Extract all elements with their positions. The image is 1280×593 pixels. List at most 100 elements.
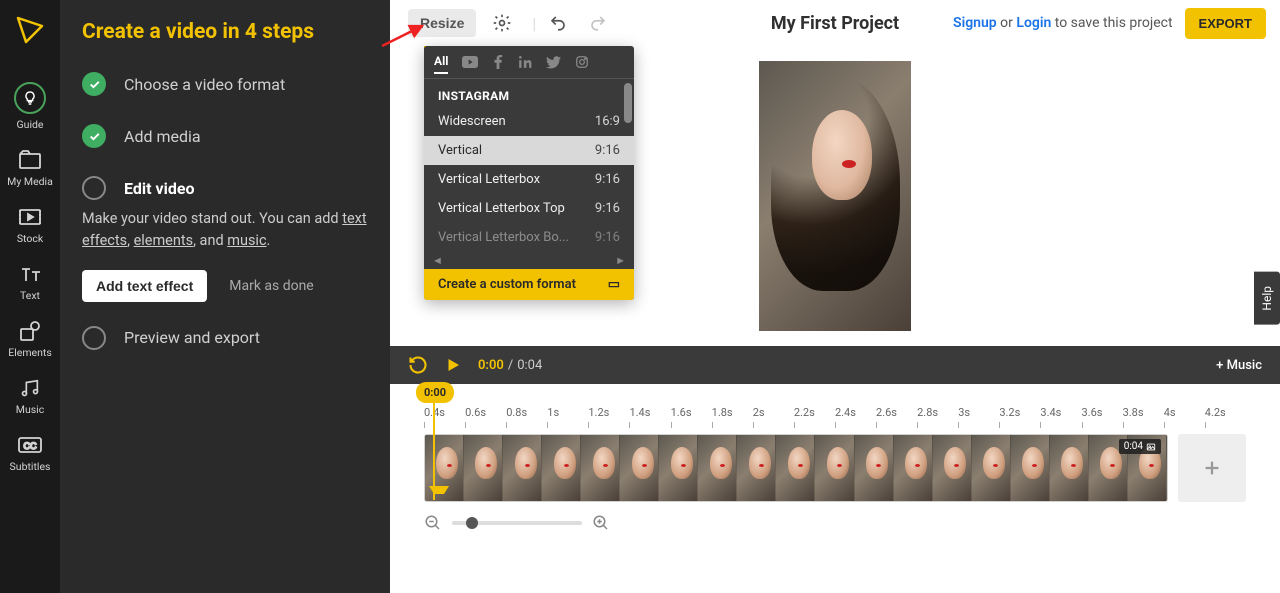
redo-button[interactable]: [582, 8, 614, 38]
project-title[interactable]: My First Project: [771, 13, 899, 34]
clip-thumbnail: [855, 435, 894, 501]
ruler-mark: 1s: [547, 406, 588, 432]
login-link[interactable]: Login: [1016, 15, 1051, 31]
add-text-effect-button[interactable]: Add text effect: [82, 270, 207, 302]
ruler-mark: 3.6s: [1082, 406, 1123, 432]
twitter-icon[interactable]: [546, 56, 561, 69]
playhead-line[interactable]: [433, 400, 435, 500]
ruler-mark: 4s: [1164, 406, 1205, 432]
play-button[interactable]: [444, 356, 462, 374]
undo-button[interactable]: [542, 8, 574, 38]
ruler-mark: 2.4s: [835, 406, 876, 432]
timeline-ruler[interactable]: 0.4s0.6s0.8s1s1.2s1.4s1.6s1.8s2s2.2s2.4s…: [424, 406, 1246, 432]
ruler-mark: 0.4s: [424, 406, 465, 432]
format-row-more[interactable]: Vertical Letterbox Bo...9:16: [424, 223, 634, 252]
ruler-mark: 2.6s: [876, 406, 917, 432]
create-custom-format-button[interactable]: Create a custom format▭: [424, 269, 634, 300]
svg-text:CC: CC: [24, 441, 37, 451]
linkedin-icon[interactable]: [518, 55, 532, 69]
step-label: Choose a video format: [124, 75, 285, 94]
total-time: 0:04: [517, 358, 542, 373]
ruler-mark: 2s: [753, 406, 794, 432]
help-tab[interactable]: Help: [1254, 272, 1280, 325]
format-row-widescreen[interactable]: Widescreen16:9: [424, 107, 634, 136]
format-row-vertical[interactable]: Vertical9:16: [424, 136, 634, 165]
nav-left-icon[interactable]: ◄: [432, 254, 443, 267]
clip-thumbnail: [815, 435, 854, 501]
left-rail: Guide My Media Stock Text Elements Music…: [0, 0, 60, 593]
step-preview-export[interactable]: Preview and export: [82, 326, 368, 350]
nav-right-icon[interactable]: ►: [615, 254, 626, 267]
link-music[interactable]: music: [227, 232, 266, 249]
dropdown-tabs: All: [424, 46, 634, 79]
rail-label: Text: [20, 289, 40, 302]
zoom-out-button[interactable]: [424, 514, 442, 532]
sidebar-title: Create a video in 4 steps: [82, 20, 368, 44]
restart-button[interactable]: [408, 355, 428, 375]
settings-button[interactable]: [486, 7, 518, 39]
top-right-actions: Signup or Login to save this project EXP…: [953, 8, 1266, 39]
youtube-icon[interactable]: [462, 56, 478, 68]
clip-thumbnail: [1050, 435, 1089, 501]
signup-link[interactable]: Signup: [953, 15, 997, 31]
zoom-slider[interactable]: [452, 521, 582, 525]
ruler-mark: 0.8s: [506, 406, 547, 432]
clip-thumbnail: [464, 435, 503, 501]
rail-item-my-media[interactable]: My Media: [0, 141, 60, 198]
ruler-mark: 3.2s: [999, 406, 1040, 432]
playhead-time[interactable]: 0:00: [416, 382, 454, 403]
link-elements[interactable]: elements: [134, 232, 194, 249]
main-area: Resize | My First Project Signup or Logi…: [390, 0, 1280, 593]
clip-thumbnail: [1011, 435, 1050, 501]
step-edit-video[interactable]: Edit video: [82, 176, 368, 200]
clip-thumbnail: [620, 435, 659, 501]
rail-item-music[interactable]: Music: [0, 369, 60, 426]
dropdown-nav: ◄►: [424, 252, 634, 269]
resize-button[interactable]: Resize: [408, 9, 476, 37]
mark-as-done-link[interactable]: Mark as done: [229, 278, 314, 294]
video-clip[interactable]: 0:04: [424, 434, 1168, 502]
clip-thumbnail: [737, 435, 776, 501]
ruler-mark: 0.6s: [465, 406, 506, 432]
rail-item-stock[interactable]: Stock: [0, 198, 60, 255]
step-label: Preview and export: [124, 328, 260, 347]
app-logo: [14, 14, 46, 46]
playbar: 0:00 / 0:04 + Music: [390, 346, 1280, 384]
rail-label: Elements: [8, 346, 52, 359]
clip-thumbnail: [542, 435, 581, 501]
zoom-controls: [424, 514, 1246, 532]
circle-icon: [82, 326, 106, 350]
auth-prompt: Signup or Login to save this project: [953, 15, 1173, 31]
ruler-mark: 2.2s: [794, 406, 835, 432]
zoom-in-button[interactable]: [592, 514, 610, 532]
rail-label: Music: [16, 403, 44, 416]
clip-thumbnail: [894, 435, 933, 501]
clip-duration-badge: 0:04: [1119, 439, 1161, 454]
rail-item-elements[interactable]: Elements: [0, 312, 60, 369]
ruler-mark: 1.4s: [629, 406, 670, 432]
add-music-button[interactable]: + Music: [1216, 358, 1262, 373]
video-preview[interactable]: [759, 61, 911, 331]
instagram-icon[interactable]: [575, 55, 589, 69]
ruler-mark: 3.8s: [1123, 406, 1164, 432]
scrollbar[interactable]: [624, 83, 632, 123]
dropdown-tab-all[interactable]: All: [434, 54, 448, 74]
step-choose-format[interactable]: Choose a video format: [82, 72, 368, 96]
ruler-mark: 3.4s: [1040, 406, 1081, 432]
cc-icon: CC: [16, 434, 44, 456]
lightbulb-icon: [14, 82, 46, 114]
rail-item-subtitles[interactable]: CC Subtitles: [0, 426, 60, 483]
export-button[interactable]: EXPORT: [1185, 8, 1266, 39]
ruler-mark: 2.8s: [917, 406, 958, 432]
rail-item-text[interactable]: Text: [0, 255, 60, 312]
text-icon: [16, 263, 44, 285]
format-row-vertical-letterbox[interactable]: Vertical Letterbox9:16: [424, 165, 634, 194]
facebook-icon[interactable]: [492, 55, 504, 69]
check-icon: [82, 124, 106, 148]
add-clip-button[interactable]: [1178, 434, 1246, 502]
rail-item-guide[interactable]: Guide: [0, 74, 60, 141]
step-add-media[interactable]: Add media: [82, 124, 368, 148]
circle-icon: [82, 176, 106, 200]
format-row-vertical-letterbox-top[interactable]: Vertical Letterbox Top9:16: [424, 194, 634, 223]
clip-thumbnail: [972, 435, 1011, 501]
